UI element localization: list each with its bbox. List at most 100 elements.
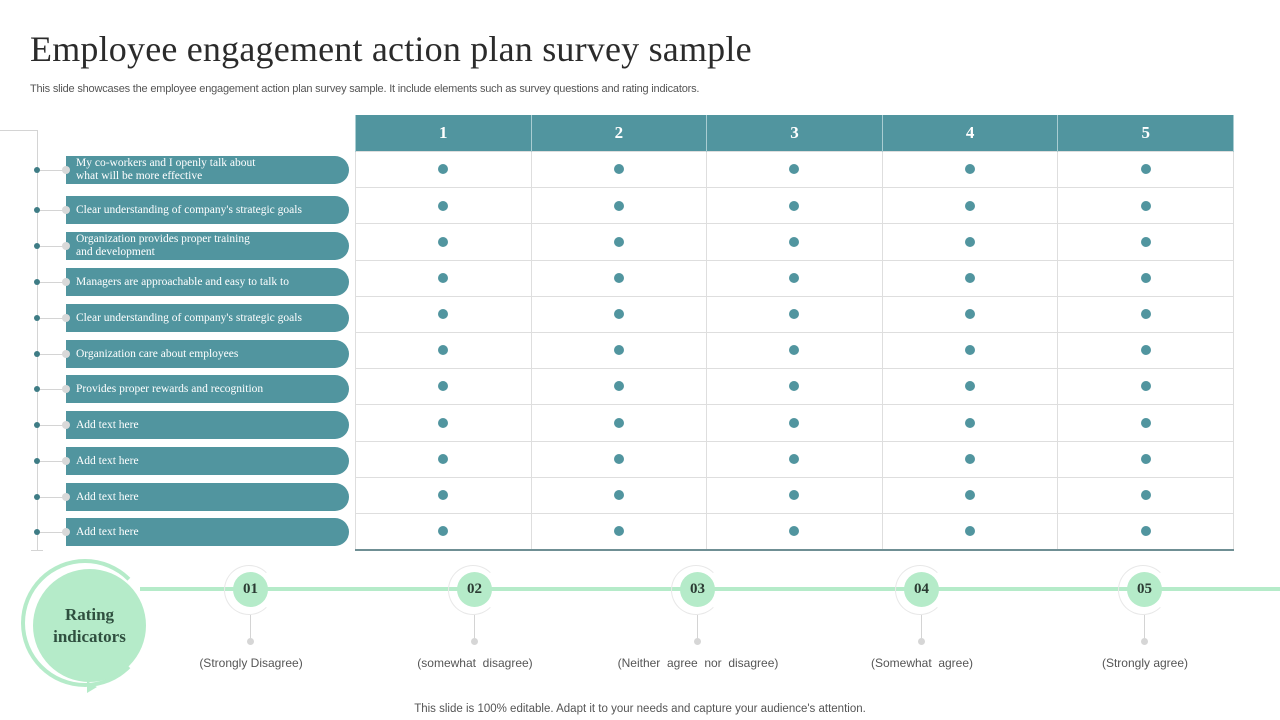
rating-cell[interactable] (706, 223, 883, 261)
rating-cell[interactable] (881, 187, 1059, 225)
rating-option-dot[interactable] (438, 526, 449, 537)
rating-cell[interactable] (355, 368, 532, 406)
rating-option-dot[interactable] (613, 453, 624, 464)
rating-option-dot[interactable] (613, 236, 624, 247)
rating-option-dot[interactable] (789, 345, 800, 356)
rating-option-dot[interactable] (1140, 526, 1151, 537)
rating-option-dot[interactable] (965, 200, 976, 211)
rating-cell[interactable] (1057, 440, 1234, 478)
rating-cell[interactable] (355, 223, 532, 261)
rating-option-dot[interactable] (789, 309, 800, 320)
rating-option-dot[interactable] (613, 200, 624, 211)
rating-option-dot[interactable] (965, 417, 976, 428)
rating-cell[interactable] (706, 259, 883, 297)
rating-option-dot[interactable] (1140, 417, 1151, 428)
rating-cell[interactable] (355, 440, 532, 478)
rating-option-dot[interactable] (965, 526, 976, 537)
rating-option-dot[interactable] (438, 453, 449, 464)
rating-option-dot[interactable] (965, 164, 976, 175)
rating-cell[interactable] (1057, 368, 1234, 406)
rating-option-dot[interactable] (1140, 381, 1151, 392)
rating-cell[interactable] (530, 295, 708, 333)
rating-cell[interactable] (355, 295, 532, 333)
rating-cell[interactable] (1057, 259, 1234, 297)
rating-option-dot[interactable] (1140, 309, 1151, 320)
rating-option-dot[interactable] (438, 200, 449, 211)
rating-cell[interactable] (530, 512, 708, 552)
rating-cell[interactable] (530, 476, 708, 514)
rating-option-dot[interactable] (438, 490, 449, 501)
rating-option-dot[interactable] (789, 490, 800, 501)
rating-cell[interactable] (706, 440, 883, 478)
rating-cell[interactable] (355, 187, 532, 225)
rating-cell[interactable] (706, 512, 883, 552)
rating-cell[interactable] (1057, 150, 1234, 189)
rating-cell[interactable] (355, 331, 532, 370)
rating-option-dot[interactable] (965, 309, 976, 320)
rating-option-dot[interactable] (789, 200, 800, 211)
rating-option-dot[interactable] (789, 236, 800, 247)
rating-cell[interactable] (706, 187, 883, 225)
rating-cell[interactable] (881, 150, 1059, 189)
rating-option-dot[interactable] (1140, 345, 1151, 356)
rating-cell[interactable] (355, 404, 532, 442)
rating-cell[interactable] (881, 295, 1059, 333)
rating-option-dot[interactable] (789, 381, 800, 392)
rating-cell[interactable] (706, 476, 883, 514)
rating-cell[interactable] (706, 150, 883, 189)
rating-cell[interactable] (881, 476, 1059, 514)
rating-cell[interactable] (706, 404, 883, 442)
rating-cell[interactable] (355, 512, 532, 552)
rating-option-dot[interactable] (1140, 164, 1151, 175)
rating-cell[interactable] (881, 259, 1059, 297)
rating-cell[interactable] (1057, 404, 1234, 442)
rating-cell[interactable] (1057, 295, 1234, 333)
rating-cell[interactable] (881, 512, 1059, 552)
rating-option-dot[interactable] (789, 453, 800, 464)
rating-option-dot[interactable] (965, 381, 976, 392)
rating-option-dot[interactable] (613, 309, 624, 320)
rating-cell[interactable] (881, 223, 1059, 261)
rating-option-dot[interactable] (438, 345, 449, 356)
rating-option-dot[interactable] (1140, 200, 1151, 211)
rating-option-dot[interactable] (965, 453, 976, 464)
rating-cell[interactable] (355, 476, 532, 514)
rating-option-dot[interactable] (613, 381, 624, 392)
rating-option-dot[interactable] (438, 309, 449, 320)
rating-cell[interactable] (530, 187, 708, 225)
rating-cell[interactable] (881, 368, 1059, 406)
rating-cell[interactable] (530, 440, 708, 478)
rating-option-dot[interactable] (438, 164, 449, 175)
rating-cell[interactable] (881, 404, 1059, 442)
rating-option-dot[interactable] (613, 164, 624, 175)
rating-cell[interactable] (530, 368, 708, 406)
rating-option-dot[interactable] (613, 526, 624, 537)
rating-option-dot[interactable] (1140, 490, 1151, 501)
rating-option-dot[interactable] (965, 490, 976, 501)
rating-option-dot[interactable] (789, 272, 800, 283)
rating-cell[interactable] (1057, 187, 1234, 225)
rating-option-dot[interactable] (438, 417, 449, 428)
rating-option-dot[interactable] (965, 345, 976, 356)
rating-cell[interactable] (530, 404, 708, 442)
rating-option-dot[interactable] (1140, 236, 1151, 247)
rating-cell[interactable] (1057, 476, 1234, 514)
rating-cell[interactable] (881, 440, 1059, 478)
rating-option-dot[interactable] (438, 381, 449, 392)
rating-option-dot[interactable] (789, 526, 800, 537)
rating-option-dot[interactable] (789, 417, 800, 428)
rating-option-dot[interactable] (613, 417, 624, 428)
rating-option-dot[interactable] (789, 164, 800, 175)
rating-option-dot[interactable] (438, 236, 449, 247)
rating-cell[interactable] (706, 368, 883, 406)
rating-option-dot[interactable] (438, 272, 449, 283)
rating-option-dot[interactable] (613, 345, 624, 356)
rating-option-dot[interactable] (1140, 272, 1151, 283)
rating-cell[interactable] (1057, 331, 1234, 370)
rating-cell[interactable] (1057, 223, 1234, 261)
rating-cell[interactable] (530, 223, 708, 261)
rating-option-dot[interactable] (613, 490, 624, 501)
rating-cell[interactable] (706, 295, 883, 333)
rating-option-dot[interactable] (613, 272, 624, 283)
rating-cell[interactable] (530, 150, 708, 189)
